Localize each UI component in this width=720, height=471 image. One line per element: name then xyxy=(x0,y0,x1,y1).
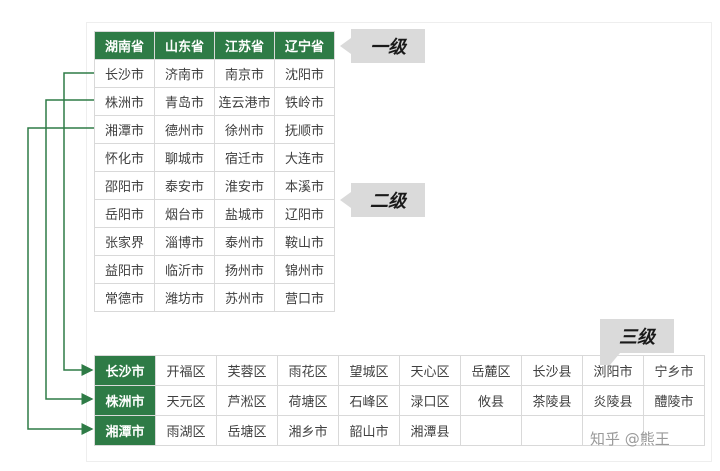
connector-arrows xyxy=(27,72,94,435)
watermark-text: 知乎 @熊王 xyxy=(590,430,670,448)
connector-zhuzhou xyxy=(45,99,94,405)
connector-xiangtan xyxy=(27,127,94,435)
connector-changsha xyxy=(63,72,94,376)
